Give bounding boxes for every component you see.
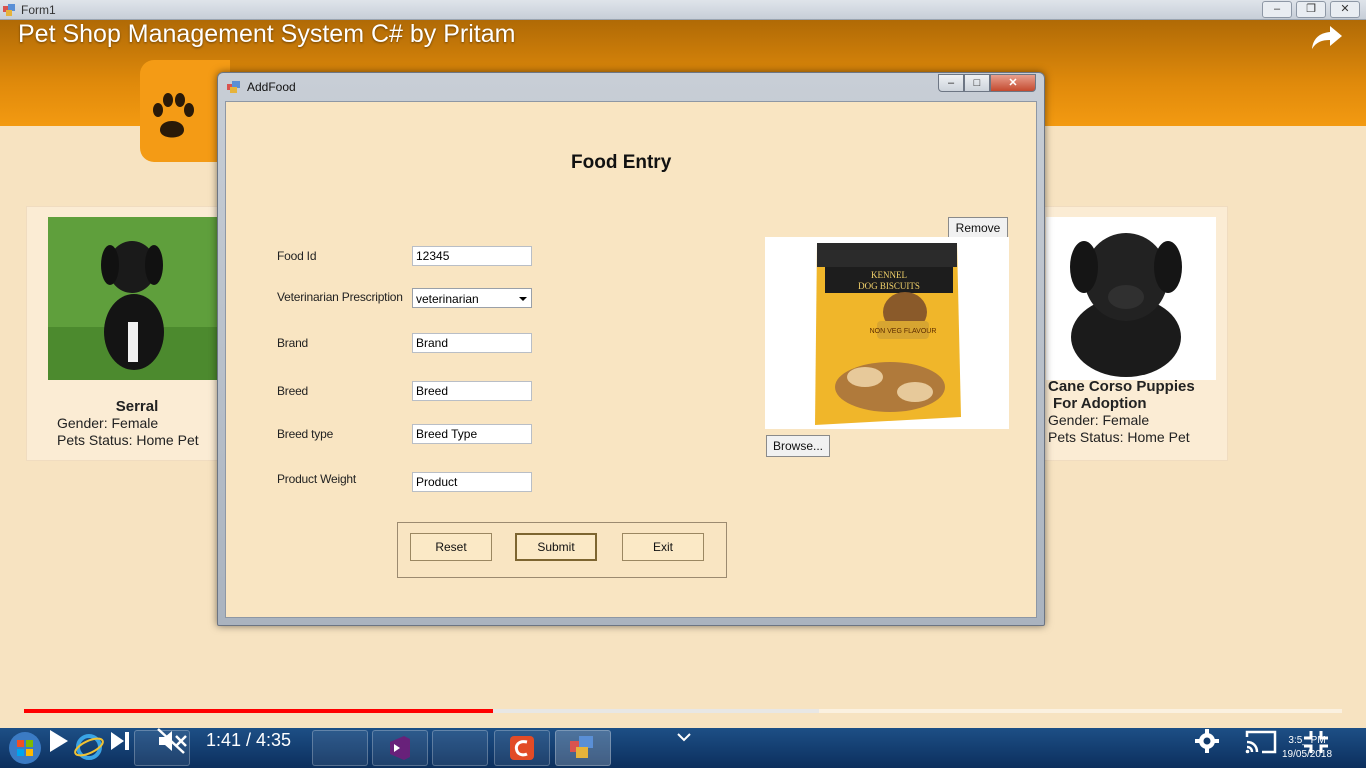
submit-button[interactable]: Submit (515, 533, 597, 561)
outer-window-title: Form1 (21, 3, 56, 17)
prescription-select[interactable]: veterinarian (412, 288, 532, 308)
outer-window-controls: – ❐ ✕ (1262, 1, 1360, 18)
restore-button[interactable]: ❐ (1296, 1, 1326, 18)
prescription-selected-value: veterinarian (416, 292, 479, 306)
addfood-dialog: AddFood – □ ✕ Food Entry Food Id Veterin… (217, 72, 1045, 626)
breed-label: Breed (277, 384, 309, 398)
taskbar-snipping-tool-app[interactable] (432, 730, 488, 766)
breed-type-label: Breed type (277, 427, 334, 441)
video-title[interactable]: Pet Shop Management System C# by Pritam (18, 20, 515, 49)
product-weight-label: Product Weight (277, 472, 357, 486)
breed-input[interactable] (412, 381, 532, 401)
dialog-app-icon (227, 81, 240, 93)
dialog-titlebar[interactable]: AddFood – □ ✕ (218, 73, 1044, 101)
pet-gender: Gender: Female (1048, 412, 1150, 428)
brand-input[interactable] (412, 333, 532, 353)
play-icon[interactable] (48, 729, 70, 753)
dropdown-arrow-icon[interactable] (519, 297, 527, 301)
dialog-minimize-button[interactable]: – (938, 74, 964, 92)
dialog-client-area: Food Entry Food Id Veterinarian Prescrip… (225, 101, 1037, 618)
form-app-icon (3, 4, 15, 16)
taskbar-android-studio-app[interactable] (312, 730, 368, 766)
food-id-label: Food Id (277, 249, 317, 263)
product-text-flavour: NON VEG FLAVOUR (870, 328, 937, 335)
prescription-label: Veterinarian Prescription (277, 290, 403, 304)
food-id-input[interactable] (412, 246, 532, 266)
windows-start-icon[interactable] (6, 730, 44, 766)
reset-button[interactable]: Reset (410, 533, 492, 561)
paw-logo-icon (153, 93, 194, 138)
pet-photo (1046, 217, 1216, 380)
pet-name: Serral (115, 398, 159, 415)
pet-status: Pets Status: Home Pet (1048, 429, 1190, 445)
pet-gender: Gender: Female (57, 415, 159, 431)
pet-info: Cane Corso Puppies For Adoption Gender: … (1048, 378, 1223, 446)
pet-info: Serral Gender: Female Pets Status: Home … (57, 398, 217, 449)
form-app-taskbar-icon (570, 736, 593, 758)
video-progress-bar[interactable] (24, 709, 1342, 713)
dialog-window-controls: – □ ✕ (938, 74, 1036, 92)
breed-type-input[interactable] (412, 424, 532, 444)
ie-browser-icon[interactable] (74, 732, 104, 762)
mute-icon[interactable] (156, 727, 188, 755)
exit-button[interactable]: Exit (622, 533, 704, 561)
action-button-group: Reset Submit Exit (397, 522, 727, 578)
video-time-display: 1:41 / 4:35 (206, 730, 292, 750)
camtasia-icon (510, 736, 534, 760)
dialog-close-button[interactable]: ✕ (990, 74, 1036, 92)
pet-name-line2: For Adoption (1053, 395, 1147, 412)
brand-label: Brand (277, 336, 309, 350)
dialog-maximize-button[interactable]: □ (964, 74, 990, 92)
product-text-biscuits: DOG BISCUITS (858, 281, 920, 291)
browse-image-button[interactable]: Browse... (766, 435, 830, 457)
visual-studio-icon (390, 736, 410, 760)
close-button[interactable]: ✕ (1330, 1, 1360, 18)
pet-name: Cane Corso Puppies (1048, 378, 1195, 395)
pet-photo (48, 217, 218, 380)
next-icon[interactable] (109, 731, 131, 751)
pet-status: Pets Status: Home Pet (57, 432, 199, 448)
settings-icon[interactable] (1194, 728, 1220, 754)
remove-image-button[interactable]: Remove (948, 217, 1008, 239)
product-image: KENNEL DOG BISCUITS NON VEG FLAVOUR (765, 237, 1009, 429)
video-played-bar (24, 709, 494, 713)
product-weight-input[interactable] (412, 472, 532, 492)
minimize-button[interactable]: – (1262, 1, 1292, 18)
cast-icon[interactable] (1244, 729, 1278, 755)
form-heading: Food Entry (571, 152, 672, 173)
outer-titlebar: Form1 – ❐ ✕ (0, 0, 1366, 20)
dialog-title: AddFood (247, 80, 296, 94)
product-text-kennel: KENNEL (871, 270, 907, 280)
chevron-down-icon[interactable] (676, 731, 692, 743)
share-icon[interactable] (1310, 22, 1344, 52)
fullscreen-exit-icon[interactable] (1302, 729, 1330, 755)
